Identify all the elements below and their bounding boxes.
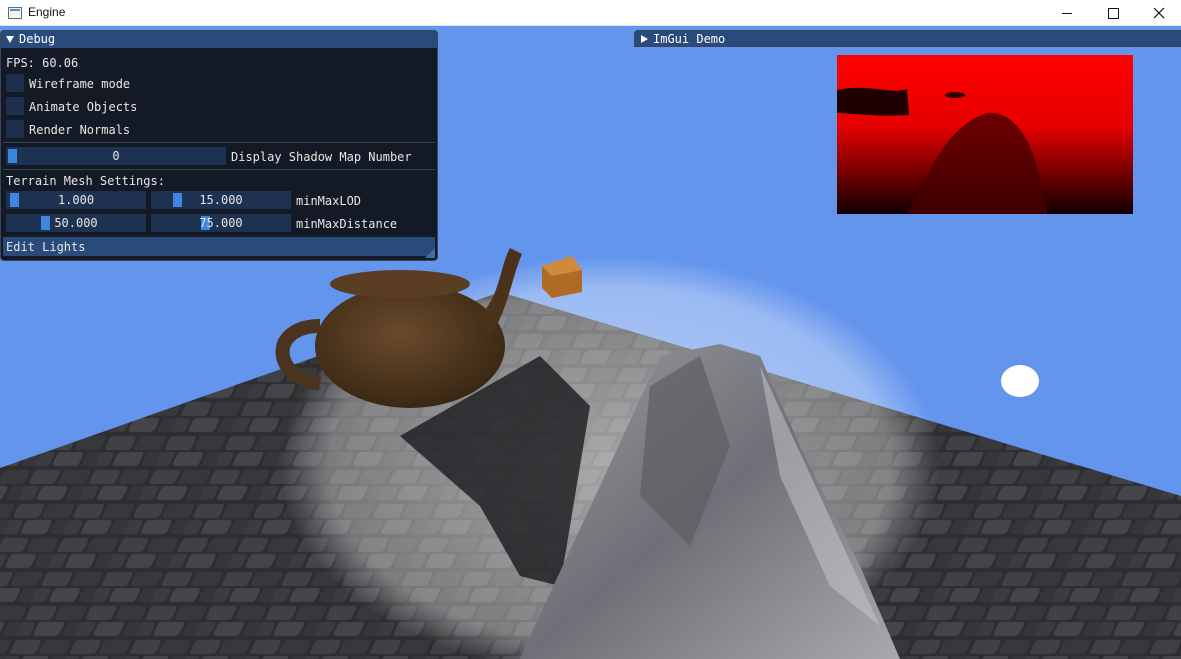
close-button[interactable]: [1136, 0, 1181, 26]
collapse-arrow-icon[interactable]: [6, 36, 14, 43]
maximize-icon: [1107, 7, 1119, 19]
fps-label: FPS: 60.06: [6, 56, 79, 70]
render-normals-checkbox[interactable]: [6, 120, 24, 138]
imgui-demo-window[interactable]: ImGui Demo: [634, 30, 1181, 47]
animate-objects-checkbox[interactable]: [6, 97, 24, 115]
min-distance-slider[interactable]: 50.000: [6, 214, 146, 232]
maximize-button[interactable]: [1090, 0, 1136, 26]
separator: [3, 169, 435, 170]
edit-lights-header[interactable]: Edit Lights: [3, 237, 435, 256]
shadow-map-number-label: Display Shadow Map Number: [231, 150, 412, 164]
debug-window[interactable]: Debug FPS: 60.06 Wireframe mode Animate …: [0, 30, 438, 261]
max-distance-value: 75.000: [199, 216, 243, 230]
min-max-distance-label: minMaxDistance: [296, 217, 398, 231]
separator: [3, 142, 435, 143]
min-lod-value: 1.000: [57, 193, 95, 207]
animate-objects-label: Animate Objects: [29, 100, 138, 114]
wireframe-label: Wireframe mode: [29, 77, 131, 91]
expand-arrow-icon[interactable]: [641, 35, 648, 43]
resize-grip[interactable]: [425, 248, 435, 258]
edit-lights-label: Edit Lights: [6, 240, 86, 254]
imgui-demo-title: ImGui Demo: [653, 32, 726, 46]
close-icon: [1153, 7, 1165, 19]
shadow-map-preview: [837, 55, 1133, 214]
window-title: Engine: [28, 5, 66, 19]
render-normals-label: Render Normals: [29, 123, 131, 137]
min-lod-slider[interactable]: 1.000: [6, 191, 146, 209]
min-distance-value: 50.000: [54, 216, 98, 230]
max-lod-value: 15.000: [199, 193, 243, 207]
shadow-map-number-slider[interactable]: 0: [6, 147, 226, 165]
max-distance-slider[interactable]: 75.000: [151, 214, 291, 232]
terrain-settings-label: Terrain Mesh Settings:: [6, 174, 165, 188]
debug-window-title: Debug: [19, 32, 56, 46]
wireframe-checkbox[interactable]: [6, 74, 24, 92]
app-window-icon: [8, 7, 22, 19]
window-titlebar[interactable]: Engine: [0, 0, 1181, 26]
shadow-map-number-value: 0: [112, 149, 120, 163]
min-max-lod-label: minMaxLOD: [296, 194, 362, 208]
minimize-button[interactable]: [1044, 0, 1090, 26]
debug-window-header[interactable]: Debug: [1, 31, 437, 48]
max-lod-slider[interactable]: 15.000: [151, 191, 291, 209]
minimize-icon: [1062, 12, 1072, 14]
